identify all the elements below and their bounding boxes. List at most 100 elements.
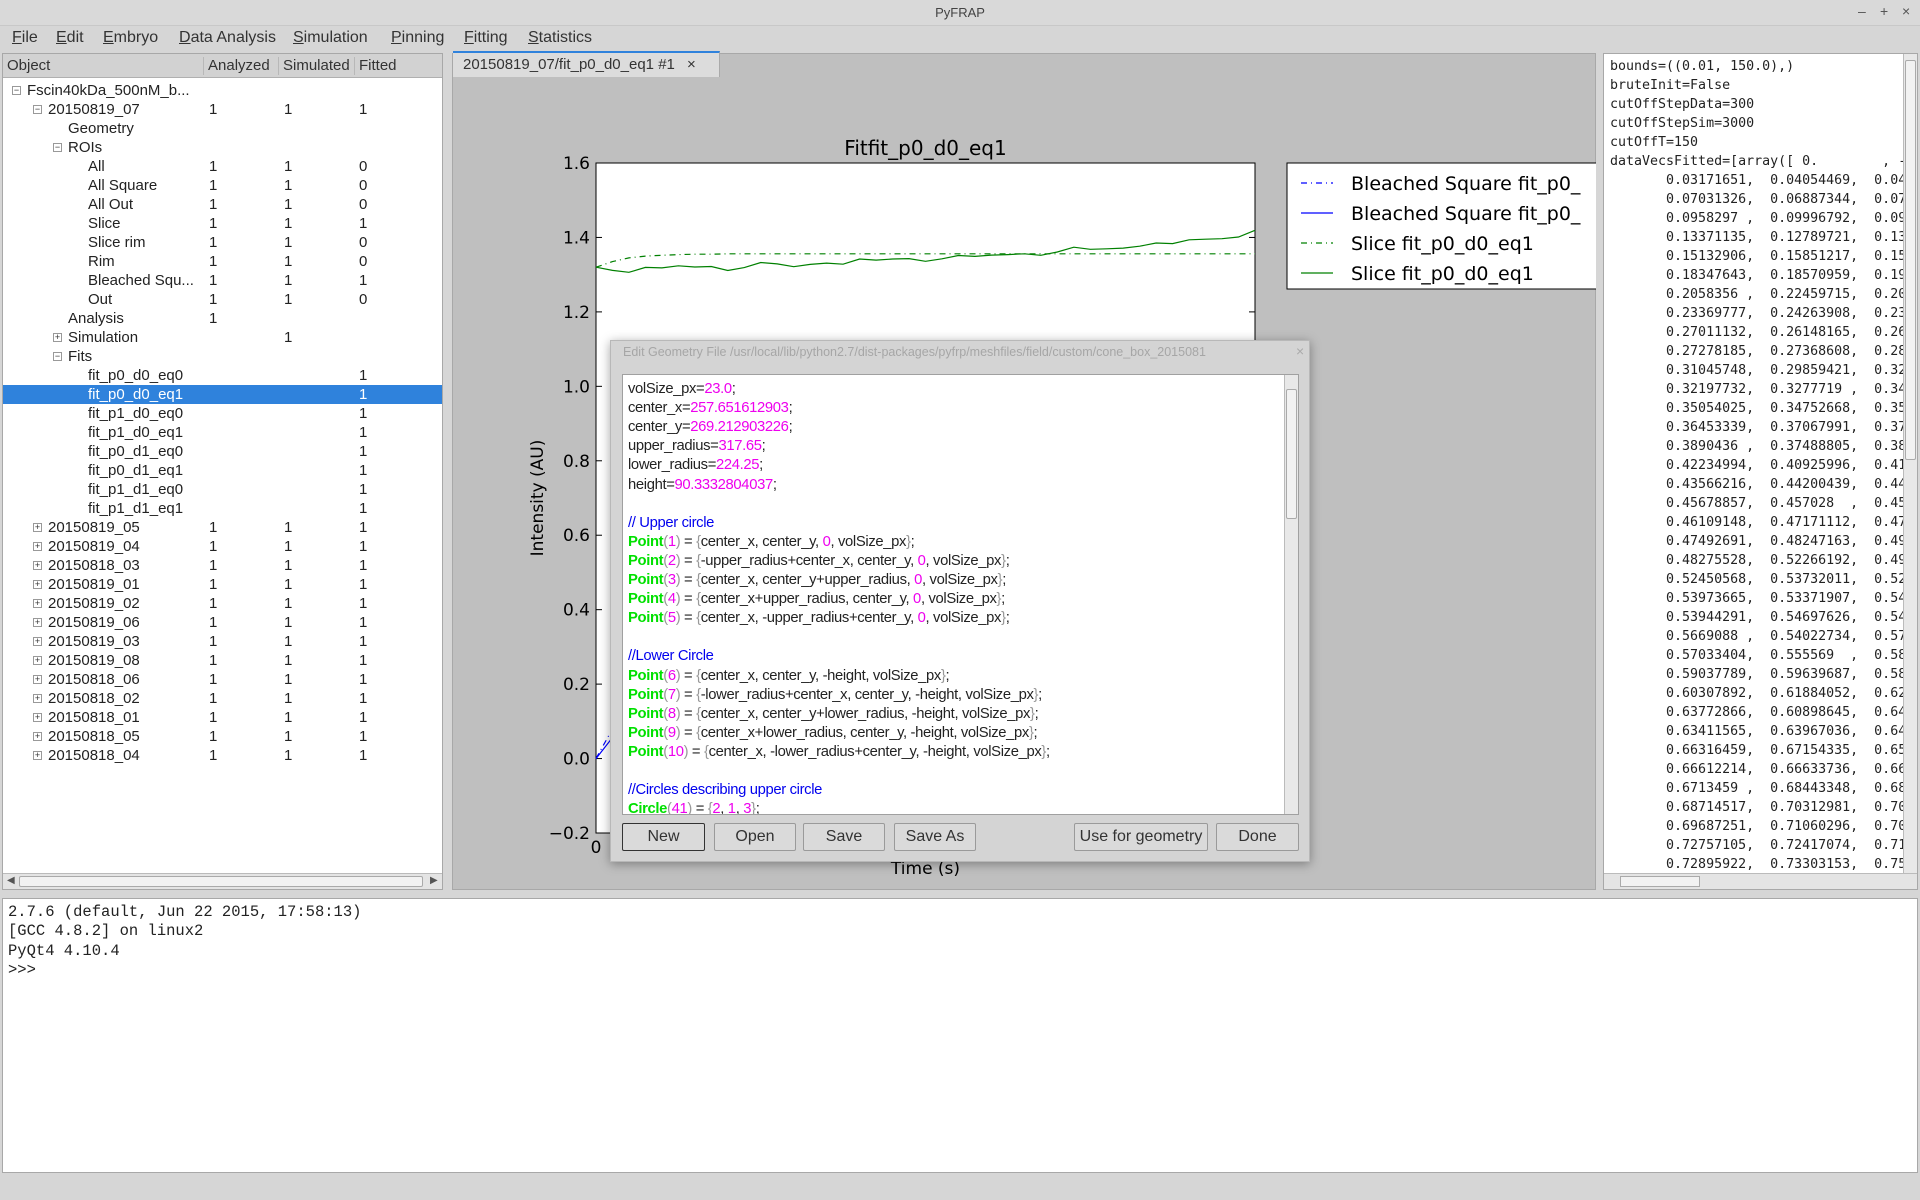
column-analyzed[interactable]: Analyzed — [203, 57, 278, 75]
scroll-right-icon[interactable]: ▶ — [430, 875, 438, 886]
column-object[interactable]: Object — [3, 57, 50, 75]
tree-row[interactable]: Rim 1 1 0 — [3, 252, 442, 271]
expand-icon[interactable]: + — [33, 675, 42, 684]
tree-row[interactable]: All Out 1 1 0 — [3, 195, 442, 214]
minimize-button[interactable]: – — [1858, 3, 1866, 19]
menu-file[interactable]: File — [12, 29, 38, 47]
simulated-value: 1 — [284, 196, 293, 213]
tree-row[interactable]: − Fscin40kDa_500nM_b... — [3, 81, 442, 100]
expand-icon[interactable]: + — [33, 656, 42, 665]
tree-row[interactable]: fit_p0_d1_eq0 1 — [3, 442, 442, 461]
new-button[interactable]: New — [622, 823, 705, 851]
tree-row[interactable]: fit_p0_d0_eq0 1 — [3, 366, 442, 385]
tree-row[interactable]: fit_p0_d0_eq1 1 — [3, 385, 442, 404]
save-as-button[interactable]: Save As — [894, 823, 976, 851]
dialog-close-icon[interactable]: × — [1296, 343, 1304, 359]
object-tree[interactable]: Object Analyzed Simulated Fitted − Fscin4… — [2, 53, 443, 890]
expand-icon[interactable]: + — [33, 580, 42, 589]
tree-row[interactable]: fit_p0_d1_eq1 1 — [3, 461, 442, 480]
tree-row[interactable]: +20150819_04 1 1 1 — [3, 537, 442, 556]
tab-fit-plot[interactable]: 20150819_07/fit_p0_d0_eq1 #1 × — [453, 51, 720, 77]
tree-row[interactable]: Out 1 1 0 — [3, 290, 442, 309]
expand-icon[interactable]: + — [33, 732, 42, 741]
tree-row[interactable]: fit_p1_d1_eq0 1 — [3, 480, 442, 499]
properties-horizontal-scrollbar[interactable] — [1604, 873, 1917, 889]
editor-vertical-scrollbar[interactable] — [1284, 375, 1298, 814]
tree-row[interactable]: +20150818_05 1 1 1 — [3, 727, 442, 746]
expand-icon[interactable]: + — [33, 523, 42, 532]
save-button[interactable]: Save — [803, 823, 885, 851]
tree-row[interactable]: +20150819_06 1 1 1 — [3, 613, 442, 632]
tree-row[interactable]: +20150819_03 1 1 1 — [3, 632, 442, 651]
scrollbar-thumb[interactable] — [1620, 876, 1700, 887]
scroll-left-icon[interactable]: ◀ — [7, 875, 15, 886]
tab-close-icon[interactable]: × — [687, 56, 696, 73]
menu-data-analysis[interactable]: Data Analysis — [179, 29, 276, 47]
column-fitted[interactable]: Fitted — [354, 57, 397, 75]
tree-row[interactable]: All 1 1 0 — [3, 157, 442, 176]
collapse-icon[interactable]: − — [53, 352, 62, 361]
use-for-geometry-button[interactable]: Use for geometry — [1074, 823, 1208, 851]
column-simulated[interactable]: Simulated — [278, 57, 354, 75]
scrollbar-thumb[interactable] — [1905, 60, 1916, 460]
scrollbar-thumb[interactable] — [1286, 389, 1297, 519]
tree-row[interactable]: +20150819_05 1 1 1 — [3, 518, 442, 537]
property-line: 0.46109148, 0.47171112, 0.4720864 — [1610, 515, 1918, 530]
code-token: Point — [628, 705, 664, 722]
tree-row[interactable]: Slice 1 1 1 — [3, 214, 442, 233]
property-line: 0.03171651, 0.04054469, 0.0445380 — [1610, 173, 1918, 188]
menu-pinning[interactable]: Pinning — [391, 29, 444, 47]
close-button[interactable]: × — [1902, 3, 1910, 19]
python-console[interactable]: 2.7.6 (default, Jun 22 2015, 17:58:13) [G… — [2, 898, 1918, 1173]
geometry-code-editor[interactable]: volSize_px=23.0; center_x=257.651612903; c… — [622, 374, 1299, 815]
expand-icon[interactable]: + — [33, 637, 42, 646]
tree-row[interactable]: fit_p1_d0_eq0 1 — [3, 404, 442, 423]
tree-row[interactable]: +20150819_08 1 1 1 — [3, 651, 442, 670]
property-line: 0.66612214, 0.66633736, 0.6654277 — [1610, 762, 1918, 777]
expand-icon[interactable]: + — [33, 542, 42, 551]
collapse-icon[interactable]: − — [53, 143, 62, 152]
tree-row[interactable]: Bleached Squ... 1 1 1 — [3, 271, 442, 290]
collapse-icon[interactable]: − — [33, 105, 42, 114]
menu-statistics[interactable]: Statistics — [528, 29, 592, 47]
expand-icon[interactable]: + — [33, 618, 42, 627]
expand-icon[interactable]: + — [53, 333, 62, 342]
tree-row[interactable]: Slice rim 1 1 0 — [3, 233, 442, 252]
tree-row[interactable]: +20150818_01 1 1 1 — [3, 708, 442, 727]
tree-row[interactable]: + Simulation 1 — [3, 328, 442, 347]
expand-icon[interactable]: + — [33, 713, 42, 722]
tree-row[interactable]: − ROIs — [3, 138, 442, 157]
tree-row[interactable]: fit_p1_d0_eq1 1 — [3, 423, 442, 442]
tree-horizontal-scrollbar[interactable]: ◀ ▶ — [3, 873, 442, 889]
tree-row[interactable]: −20150819_07 1 1 1 — [3, 100, 442, 119]
code-token: center_x, center_y, — [700, 533, 823, 550]
expand-icon[interactable]: + — [33, 694, 42, 703]
tree-row[interactable]: − Fits — [3, 347, 442, 366]
tree-row[interactable]: All Square 1 1 0 — [3, 176, 442, 195]
fitted-value: 0 — [359, 196, 368, 213]
properties-vertical-scrollbar[interactable] — [1903, 54, 1917, 874]
menu-fitting[interactable]: Fitting — [464, 29, 508, 47]
menu-simulation[interactable]: Simulation — [293, 29, 368, 47]
tree-row[interactable]: Geometry — [3, 119, 442, 138]
scrollbar-thumb[interactable] — [19, 876, 423, 887]
menu-embryo[interactable]: Embryo — [103, 29, 158, 47]
expand-icon[interactable]: + — [33, 599, 42, 608]
collapse-icon[interactable]: − — [12, 86, 21, 95]
tree-row[interactable]: +20150819_01 1 1 1 — [3, 575, 442, 594]
open-button[interactable]: Open — [714, 823, 796, 851]
tree-row[interactable]: +20150818_04 1 1 1 — [3, 746, 442, 765]
tree-row[interactable]: Analysis 1 — [3, 309, 442, 328]
tree-row[interactable]: +20150819_02 1 1 1 — [3, 594, 442, 613]
tree-row[interactable]: fit_p1_d1_eq1 1 — [3, 499, 442, 518]
properties-panel[interactable]: bounds=((0.01, 150.0),) bruteInit=False cu… — [1603, 53, 1918, 890]
fitted-value: 1 — [359, 462, 368, 479]
tree-row[interactable]: +20150818_02 1 1 1 — [3, 689, 442, 708]
expand-icon[interactable]: + — [33, 751, 42, 760]
tree-row[interactable]: +20150818_06 1 1 1 — [3, 670, 442, 689]
expand-icon[interactable]: + — [33, 561, 42, 570]
tree-row[interactable]: +20150818_03 1 1 1 — [3, 556, 442, 575]
done-button[interactable]: Done — [1216, 823, 1299, 851]
menu-edit[interactable]: Edit — [56, 29, 84, 47]
maximize-button[interactable]: + — [1880, 3, 1888, 19]
